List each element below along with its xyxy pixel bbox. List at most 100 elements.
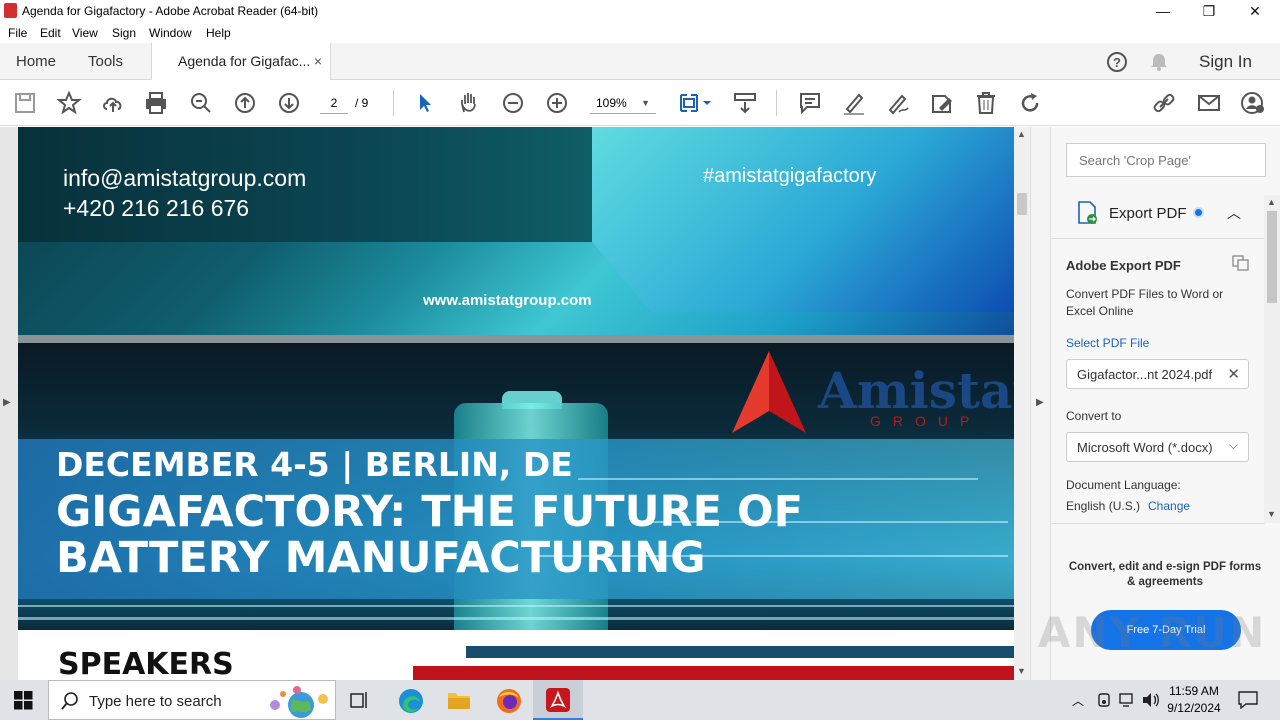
clock-time[interactable]: 11:59 AM (1166, 684, 1222, 698)
scroll-up-icon[interactable]: ▲ (1267, 197, 1276, 207)
scroll-down-icon[interactable]: ▼ (1017, 666, 1026, 676)
windows-start-icon[interactable] (14, 691, 33, 710)
convert-to-label: Convert to (1066, 409, 1122, 423)
menu-view[interactable]: View (72, 26, 98, 40)
tab-tools[interactable]: Tools (88, 43, 123, 80)
file-explorer-icon[interactable] (447, 689, 471, 711)
amistat-logo-mark (732, 351, 806, 433)
scroll-mode-icon[interactable] (732, 90, 758, 116)
document-language-value: English (U.S.) (1066, 499, 1141, 513)
print-icon[interactable] (143, 90, 169, 116)
rotate-icon[interactable] (1017, 90, 1043, 116)
scroll-up-icon[interactable]: ▲ (1017, 129, 1026, 139)
decor-bar-blue (466, 646, 1014, 658)
chevron-down-icon: ⌵ (1228, 438, 1238, 452)
fill-sign-icon[interactable] (929, 90, 955, 116)
share-link-icon[interactable] (1151, 90, 1177, 116)
panel-scrollbar[interactable]: ▲ ▼ (1264, 195, 1280, 523)
remove-file-icon[interactable]: ✕ (1227, 365, 1240, 383)
volume-icon[interactable] (1142, 692, 1160, 708)
zoom-out-icon[interactable] (500, 90, 526, 116)
task-view-icon[interactable] (349, 690, 369, 710)
delete-trash-icon[interactable] (973, 90, 999, 116)
windows-taskbar: Type here to search ︿ 11:59 AM 9/12/2024 (0, 680, 1280, 720)
adobe-export-heading: Adobe Export PDF (1066, 258, 1181, 273)
tab-document[interactable]: Agenda for Gigafac... × (151, 43, 331, 81)
close-tab-icon[interactable]: × (314, 43, 322, 80)
maximize-button[interactable]: ❐ (1186, 0, 1232, 22)
notification-bell-icon[interactable] (1149, 52, 1169, 72)
page1-light-panel (592, 127, 1014, 312)
tray-overflow-chevron-icon[interactable]: ︿ (1072, 692, 1084, 709)
left-panel-expand-icon[interactable]: ▶ (3, 397, 11, 408)
notifications-icon[interactable] (1238, 691, 1258, 709)
tab-home[interactable]: Home (16, 43, 56, 80)
window-title: Agenda for Gigafactory - Adobe Acrobat R… (22, 4, 319, 18)
pdf-page-2: Amistat GROUP DECEMBER 4-5 | BERLIN, DE … (18, 343, 1014, 680)
network-icon[interactable] (1119, 692, 1137, 708)
page-number-input[interactable]: 2 (320, 92, 348, 114)
acrobat-taskbar-button[interactable] (533, 680, 583, 720)
firefox-icon[interactable] (496, 688, 522, 714)
document-scrollbar[interactable]: ▲ ▼ (1014, 127, 1030, 680)
toolbar-divider (776, 90, 777, 116)
previous-page-icon[interactable] (232, 90, 258, 116)
search-highlight-globe-icon (270, 686, 328, 718)
help-icon[interactable]: ? (1106, 51, 1128, 73)
acrobat-app-icon (4, 3, 17, 18)
chevron-down-icon: ▼ (641, 98, 650, 108)
convert-to-value: Microsoft Word (*.docx) (1077, 440, 1213, 455)
save-icon[interactable] (12, 90, 38, 116)
highlight-pen-icon[interactable] (841, 90, 867, 116)
scroll-down-icon[interactable]: ▼ (1267, 509, 1276, 519)
bookmark-star-icon[interactable] (56, 90, 82, 116)
zoom-in-icon[interactable] (544, 90, 570, 116)
document-viewport[interactable]: info@amistatgroup.com +420 216 216 676 #… (0, 127, 1030, 680)
hand-tool-icon[interactable] (456, 90, 482, 116)
page-total-label: / 9 (355, 96, 369, 110)
clock-date[interactable]: 9/12/2024 (1166, 701, 1222, 715)
panel-divider (1051, 238, 1265, 239)
acrobat-icon (546, 688, 570, 712)
close-window-button[interactable]: ✕ (1232, 0, 1278, 22)
sign-in-button[interactable]: Sign In (1199, 43, 1252, 80)
select-cursor-icon[interactable] (412, 90, 438, 116)
draw-freeform-icon[interactable] (885, 90, 911, 116)
zoom-search-icon[interactable] (188, 90, 214, 116)
panel-divider (1051, 523, 1265, 524)
change-language-link[interactable]: Change (1148, 499, 1190, 513)
menu-sign[interactable]: Sign (112, 26, 136, 40)
menu-bar: File Edit View Sign Window Help (0, 22, 1280, 43)
export-description: Convert PDF Files to Word or Excel Onlin… (1066, 287, 1224, 318)
menu-help[interactable]: Help (206, 26, 231, 40)
title-bar: Agenda for Gigafactory - Adobe Acrobat R… (0, 0, 1280, 22)
selected-file-field[interactable]: Gigafactor...nt 2024.pdf ✕ (1066, 359, 1249, 389)
menu-file[interactable]: File (8, 26, 27, 40)
chevron-up-icon[interactable]: ︿ (1227, 203, 1241, 223)
add-user-icon[interactable] (1240, 90, 1266, 116)
menu-window[interactable]: Window (149, 26, 192, 40)
document-scroll-thumb[interactable] (1017, 193, 1027, 215)
edge-browser-icon[interactable] (398, 688, 424, 714)
next-page-icon[interactable] (276, 90, 302, 116)
zoom-level-select[interactable]: 109% ▼ (590, 92, 656, 114)
tool-search-input[interactable]: Search 'Crop Page' (1066, 143, 1266, 177)
event-date-line: DECEMBER 4-5 | BERLIN, DE (56, 445, 573, 484)
toolbar-divider (393, 90, 394, 116)
page-display-icon[interactable] (678, 90, 714, 116)
panel-scroll-thumb[interactable] (1267, 211, 1277, 303)
copy-info-icon[interactable] (1232, 255, 1250, 271)
speakers-heading: SPEAKERS (58, 647, 234, 680)
upload-cloud-icon[interactable] (100, 90, 126, 116)
export-pdf-title[interactable]: Export PDF (1109, 205, 1187, 222)
export-pdf-icon (1078, 201, 1097, 224)
menu-edit[interactable]: Edit (40, 26, 61, 40)
hashtag-text: #amistatgigafactory (703, 165, 877, 187)
comment-icon[interactable] (797, 90, 823, 116)
tray-device-icon[interactable] (1096, 692, 1112, 708)
email-icon[interactable] (1196, 90, 1222, 116)
collapse-panel-icon[interactable]: ▶ (1036, 397, 1044, 408)
convert-to-select[interactable]: Microsoft Word (*.docx) ⌵ (1066, 432, 1249, 462)
taskbar-search-box[interactable]: Type here to search (48, 680, 336, 720)
minimize-button[interactable]: — (1140, 0, 1186, 22)
